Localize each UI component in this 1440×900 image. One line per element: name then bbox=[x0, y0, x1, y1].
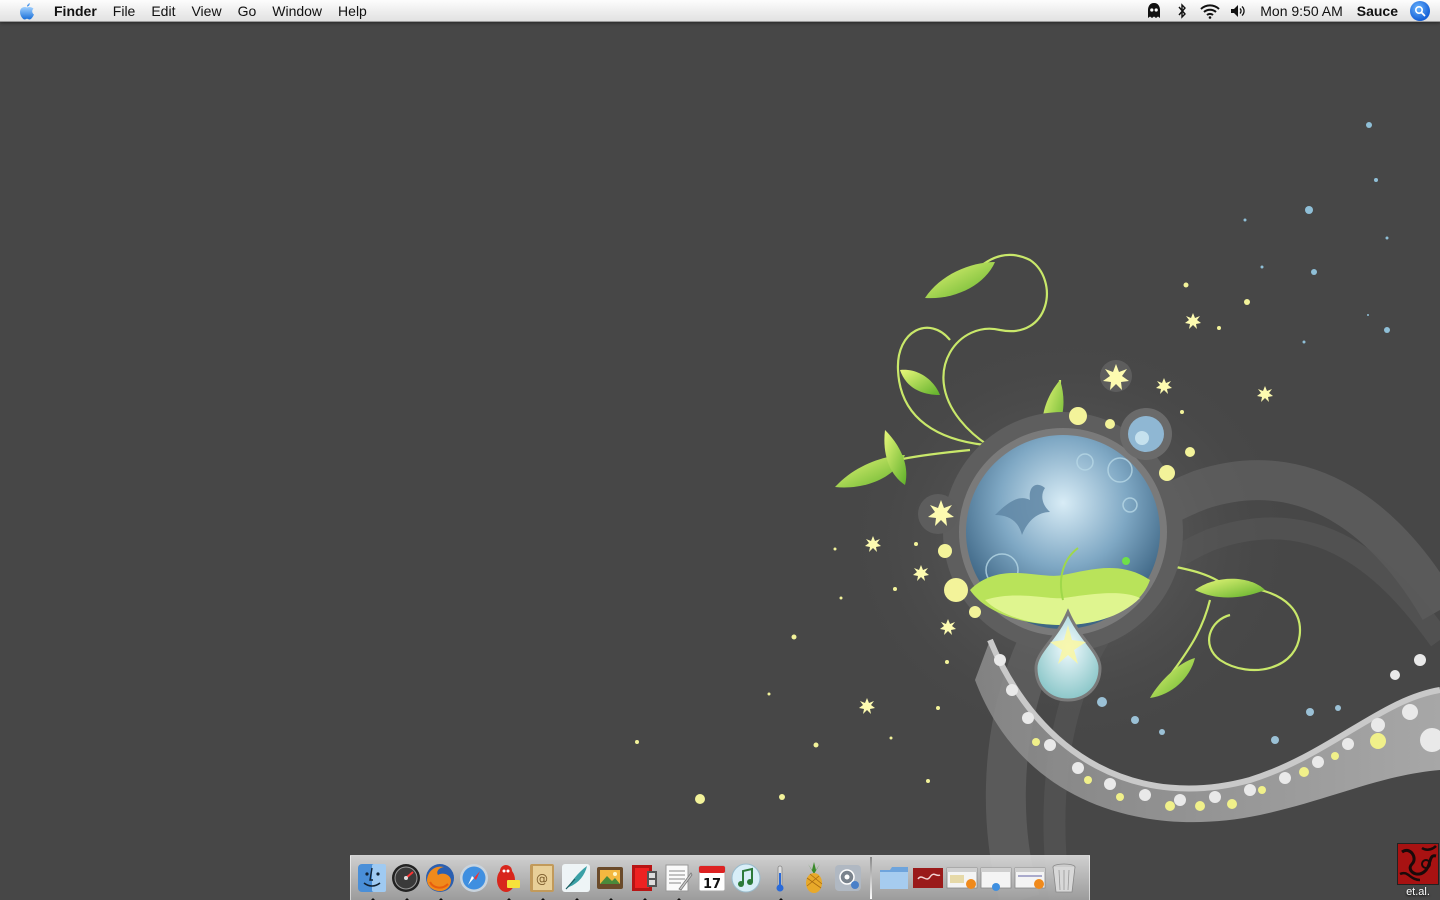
desktop-icon-etal[interactable]: et.al. bbox=[1396, 843, 1440, 900]
etal-thumbnail-icon bbox=[1397, 843, 1439, 885]
itunes-icon[interactable] bbox=[729, 860, 763, 896]
adium-icon[interactable] bbox=[491, 860, 525, 900]
folder-icon[interactable] bbox=[877, 860, 911, 896]
system-preferences-icon[interactable] bbox=[831, 860, 865, 896]
safari-icon[interactable] bbox=[457, 860, 491, 896]
spotlight-icon[interactable] bbox=[1410, 1, 1430, 21]
document-red-icon[interactable] bbox=[911, 860, 945, 896]
desktop-wallpaper bbox=[0, 22, 1440, 900]
menu-window[interactable]: Window bbox=[264, 0, 330, 22]
menu-bar-left: Finder File Edit View Go Window Help bbox=[0, 0, 375, 22]
thermometer-icon[interactable] bbox=[763, 860, 797, 900]
ghost-icon[interactable] bbox=[1140, 0, 1168, 22]
trash-icon[interactable] bbox=[1047, 860, 1081, 896]
dock: @ 17 bbox=[350, 855, 1090, 900]
minimized-window-1-icon[interactable] bbox=[945, 860, 979, 896]
finder-icon[interactable] bbox=[355, 860, 389, 900]
calendar-day-text: 17 bbox=[703, 877, 721, 892]
minimized-window-3-icon[interactable] bbox=[1013, 860, 1047, 896]
address-book-icon[interactable]: @ bbox=[525, 860, 559, 900]
menu-finder[interactable]: Finder bbox=[46, 0, 105, 22]
menu-help[interactable]: Help bbox=[330, 0, 375, 22]
menu-bar-right: Mon 9:50 AM Sauce bbox=[1140, 0, 1440, 22]
svg-text:@: @ bbox=[536, 872, 548, 886]
textedit-icon[interactable] bbox=[661, 860, 695, 900]
volume-icon[interactable] bbox=[1224, 0, 1252, 22]
menu-bar: Finder File Edit View Go Window Help Mon… bbox=[0, 0, 1440, 22]
menu-file[interactable]: File bbox=[105, 0, 144, 22]
quill-icon[interactable] bbox=[559, 860, 593, 900]
menu-go[interactable]: Go bbox=[230, 0, 265, 22]
photo-booth-icon[interactable] bbox=[627, 860, 661, 900]
ical-icon[interactable]: 17 bbox=[695, 860, 729, 896]
preview-icon[interactable] bbox=[593, 860, 627, 900]
dashboard-icon[interactable] bbox=[389, 860, 423, 900]
pineapple-icon[interactable] bbox=[797, 860, 831, 896]
menu-clock[interactable]: Mon 9:50 AM bbox=[1252, 3, 1351, 19]
menu-edit[interactable]: Edit bbox=[143, 0, 183, 22]
desktop-icon-label: et.al. bbox=[1406, 886, 1430, 898]
menu-view[interactable]: View bbox=[183, 0, 229, 22]
firefox-icon[interactable] bbox=[423, 860, 457, 900]
minimized-window-2-icon[interactable] bbox=[979, 860, 1013, 896]
dock-separator bbox=[870, 857, 872, 899]
wifi-icon[interactable] bbox=[1196, 0, 1224, 22]
user-menu[interactable]: Sauce bbox=[1351, 3, 1404, 19]
bluetooth-icon[interactable] bbox=[1168, 0, 1196, 22]
apple-menu-icon[interactable] bbox=[8, 0, 46, 22]
